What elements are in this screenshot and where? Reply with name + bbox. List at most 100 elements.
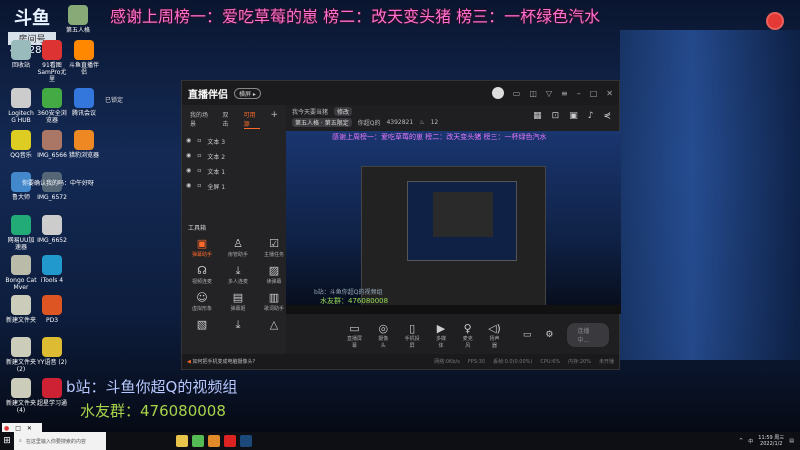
desktop-icon[interactable]: YY语音 (2) <box>36 337 68 366</box>
tool-label: 主播任务 <box>263 252 284 258</box>
eye-icon[interactable]: ◉ <box>186 182 191 191</box>
desktop-icon[interactable]: 猎豹浏览器 <box>68 130 100 159</box>
control-button[interactable]: ♀ 麦克风 <box>461 322 474 349</box>
windows-start-icon[interactable]: ⊞ <box>0 436 14 446</box>
desktop-icon[interactable]: 新建文件夹 <box>5 295 37 324</box>
lock-status: 已锁定 <box>105 97 124 104</box>
desktop-icon[interactable]: QQ音乐 <box>5 130 37 159</box>
tool-button[interactable]: ▧ <box>186 318 218 332</box>
tool-button[interactable]: ☊ 视频连麦 <box>186 264 218 285</box>
ime-indicator[interactable]: 中 <box>748 438 753 445</box>
clock[interactable]: 11:59 周三 2022/1/2 <box>758 435 784 447</box>
eye-icon[interactable]: ◉ <box>186 137 191 146</box>
control-button[interactable]: ◎ 摄像头 <box>377 322 390 349</box>
control-icon: ▶ <box>436 321 446 335</box>
steam-icon[interactable] <box>240 435 252 447</box>
desktop-icon[interactable]: Logitech G HUB <box>5 88 37 124</box>
add-icon[interactable]: + <box>270 110 278 129</box>
desktop-icon[interactable]: Bongo Cat Mver <box>5 255 37 291</box>
app-icon <box>42 40 62 60</box>
source-item[interactable]: ◉ ▫ 文本 1 <box>182 164 286 179</box>
app-icon <box>11 215 31 235</box>
edit-button[interactable]: 修改 <box>334 107 353 116</box>
app-icon <box>11 88 31 108</box>
notification-icon[interactable]: ▤ <box>789 438 794 444</box>
bell-icon[interactable]: ♪ <box>588 111 594 121</box>
desktop-icon[interactable]: PD3 <box>36 295 68 324</box>
desktop-icon[interactable]: IMG_6566 <box>36 130 68 159</box>
source-item[interactable]: ◉ ▫ 文本 2 <box>182 149 286 164</box>
settings-icon[interactable]: ⚙ <box>545 330 553 340</box>
tab-scenes[interactable]: 我的场景 <box>190 110 212 129</box>
share-icon[interactable]: ⋞ <box>603 111 611 121</box>
mode-pill[interactable]: 横屏 ▸ <box>234 87 261 99</box>
help-tip[interactable]: ◀ 如何把手机变成电脑摄像头? <box>187 358 255 365</box>
avatar[interactable] <box>491 87 504 99</box>
source-item[interactable]: ◉ ▫ 文本 3 <box>182 134 286 149</box>
title-bar: 直播伴侣 横屏 ▸ ▭ ◫ ▽ ≡ – □ ✕ <box>182 81 619 105</box>
desktop-icon[interactable]: 斗鱼直播伴侣 <box>68 40 100 76</box>
tool-button[interactable]: ♙ 房管助手 <box>222 237 254 258</box>
lock-icon[interactable]: ⊡ <box>552 111 560 121</box>
desktop-icon[interactable]: 第五人格 <box>62 5 94 34</box>
tool-button[interactable]: ▣ 弹幕助手 <box>186 237 218 258</box>
lock-icon[interactable]: ▫ <box>197 137 201 146</box>
start-live-button[interactable]: 连播中... <box>567 323 609 347</box>
fans-icon: ♨ <box>419 119 425 126</box>
chat-message: 你要确认我的吗：中午好呀 <box>22 180 95 187</box>
task-icon[interactable]: ▦ <box>533 111 542 121</box>
desktop-icon[interactable]: 腾讯会议 <box>68 88 100 117</box>
douyu-taskbar-icon[interactable] <box>208 435 220 447</box>
desktop-icon[interactable]: 超星学习通 <box>36 378 68 407</box>
control-button[interactable]: ▯ 手机投屏 <box>404 322 421 349</box>
app-icon <box>11 255 31 275</box>
tool-label: 弹幕姬 <box>230 306 246 312</box>
desktop-icon[interactable]: 新建文件夹 (2) <box>5 337 37 373</box>
control-bar: ▭ 直播屏幕 ◎ 摄像头 ▯ 手机投屏 ▶ 多媒体 ♀ 麦克风 ◁) 扬声器 ▭ ⚙ 连播中... <box>286 314 619 356</box>
tab-sources[interactable]: 可用源 <box>243 110 261 129</box>
desktop-icon[interactable]: 回收站 <box>5 40 37 69</box>
desktop-icon[interactable]: 91看图 SamPro尤里 <box>36 40 68 83</box>
memory: 内存:20% <box>568 359 591 365</box>
desktop-icon[interactable]: 网易UU加速器 <box>5 215 37 251</box>
menu-icon[interactable]: ≡ <box>561 89 568 98</box>
eye-icon[interactable]: ◉ <box>186 152 191 161</box>
search-placeholder: 在这里输入你要搜索的内容 <box>25 438 86 445</box>
tool-button[interactable]: ⤓ 多人连麦 <box>222 264 254 285</box>
taskbar-search[interactable]: ⌕ 在这里输入你要搜索的内容 <box>14 432 106 450</box>
tab-double[interactable]: 双击 <box>222 110 233 129</box>
box-icon[interactable]: ▣ <box>569 111 578 121</box>
desktop-icon[interactable]: IMG_6652 <box>36 215 68 244</box>
desktop-icon[interactable]: 360安全浏览器 <box>36 88 68 124</box>
browser-icon[interactable] <box>192 435 204 447</box>
eye-icon[interactable]: ◉ <box>186 167 191 176</box>
app-taskbar-icon[interactable] <box>224 435 236 447</box>
source-item[interactable]: ◉ ▫ 全屏 1 <box>182 179 286 194</box>
control-label: 多媒体 <box>435 335 446 349</box>
category[interactable]: 第五人格 · 第五限定 <box>292 118 352 127</box>
minimize-icon[interactable]: – <box>577 89 581 98</box>
desktop-icon[interactable]: 新建文件夹 (4) <box>5 378 37 414</box>
lock-icon[interactable]: ▫ <box>197 152 201 161</box>
lock-icon[interactable]: ▫ <box>197 167 201 176</box>
tool-label: 弹幕助手 <box>191 252 212 258</box>
desktop-icon[interactable]: iTools 4 <box>36 255 68 284</box>
maximize-icon[interactable]: □ <box>590 89 598 98</box>
tool-icon: ▤ <box>232 291 244 304</box>
control-button[interactable]: ◁) 扬声器 <box>488 322 501 349</box>
close-icon[interactable]: ✕ <box>606 89 613 98</box>
lock-icon[interactable]: ▫ <box>197 182 201 191</box>
gift-icon[interactable]: ◫ <box>529 89 537 98</box>
control-button[interactable]: ▶ 多媒体 <box>435 322 448 349</box>
explorer-icon[interactable] <box>176 435 188 447</box>
tool-button[interactable]: ▤ 弹幕姬 <box>222 291 254 312</box>
tray-chevron-icon[interactable]: ^ <box>739 438 743 444</box>
message-icon[interactable]: ▭ <box>513 89 521 98</box>
thanks-banner: 感谢上周榜一：爱吃草莓的崽 榜二：改天变头猪 榜三：一杯绿色汽水 <box>110 7 601 26</box>
tool-button[interactable]: ☺ 虚拟形象 <box>186 291 218 312</box>
control-button[interactable]: ▭ 直播屏幕 <box>346 322 363 349</box>
record-video-icon[interactable]: ▭ <box>523 330 532 340</box>
record-icon[interactable] <box>766 12 784 30</box>
tool-button[interactable]: ⤓ <box>222 318 254 332</box>
skin-icon[interactable]: ▽ <box>546 89 552 98</box>
